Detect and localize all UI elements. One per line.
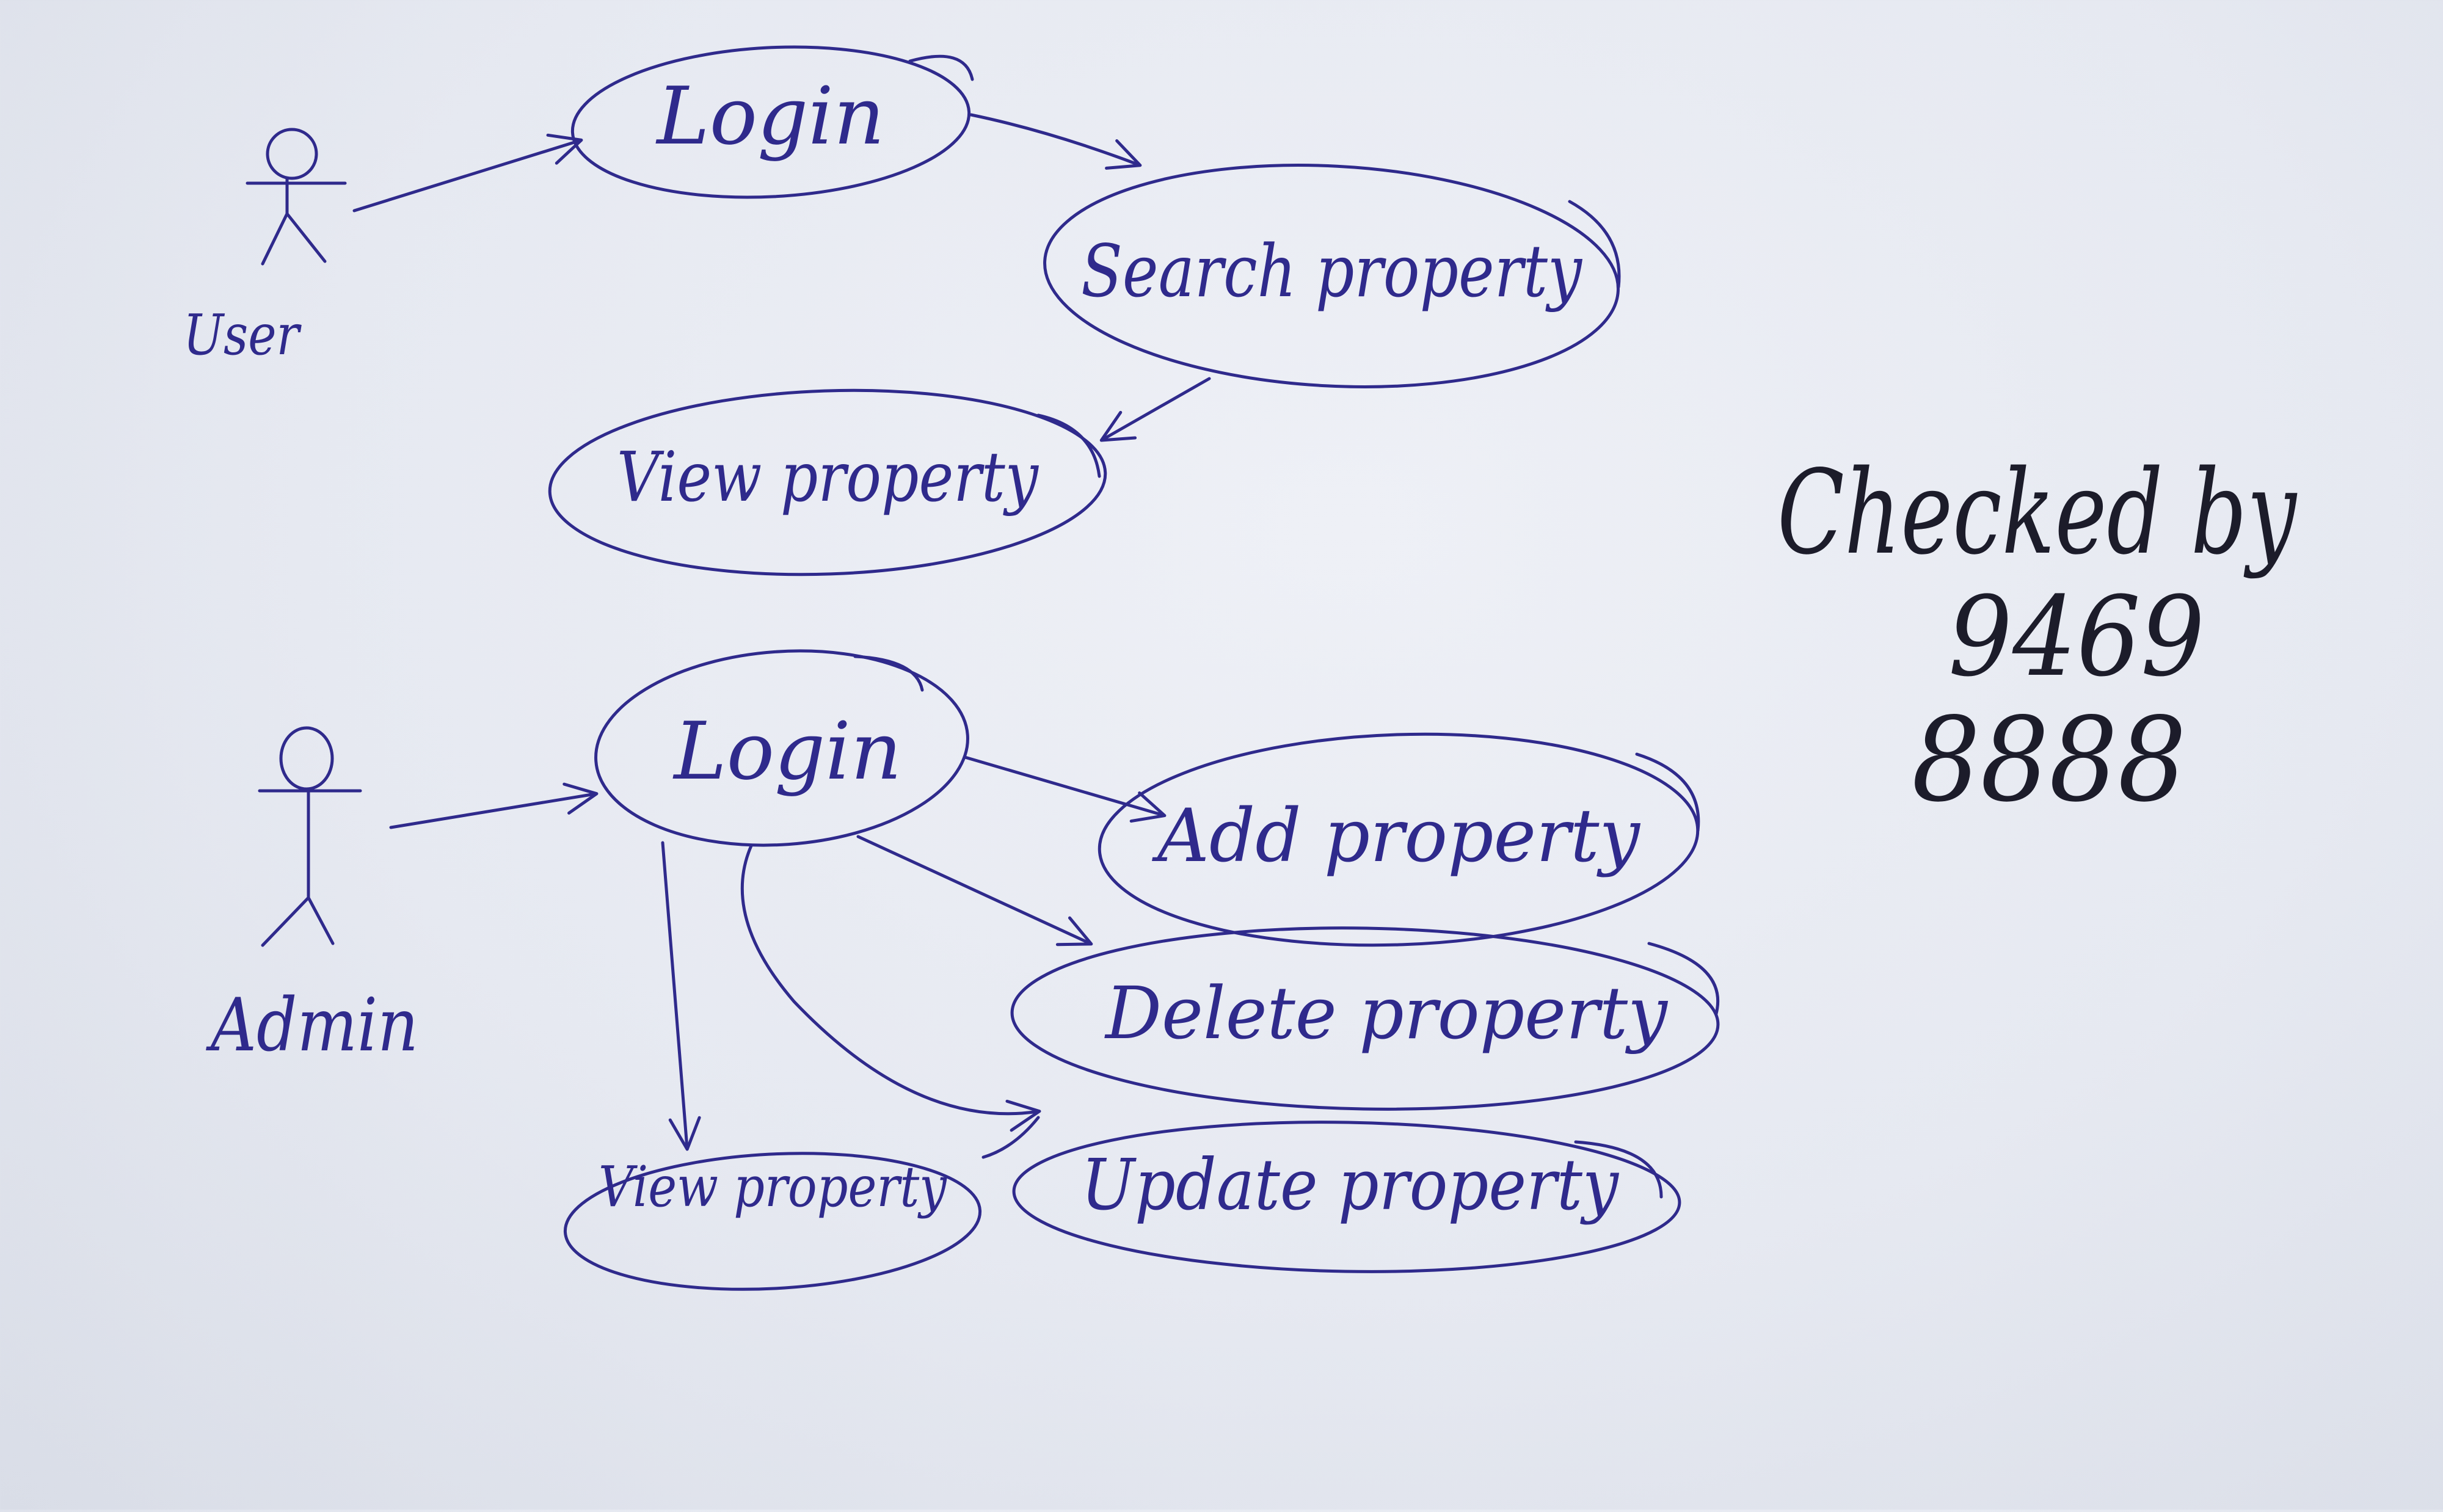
- use-case-admin-view-property: View property: [563, 1152, 982, 1291]
- arrow-login-to-search: [969, 113, 1142, 170]
- checked-by-note: Checked by 9469 8888: [1777, 445, 2298, 827]
- checked-by-line-3: 8888: [1912, 692, 2186, 827]
- admin-actor: Admin: [205, 726, 418, 1068]
- use-case-search-property-label: Search property: [1081, 229, 1582, 313]
- arrow-search-to-view: [1099, 377, 1211, 442]
- use-case-search-property: Search property: [1043, 164, 1621, 388]
- checked-by-line-2: 9469: [1948, 573, 2205, 701]
- user-actor: User: [183, 128, 347, 368]
- use-case-user-login-label: Login: [655, 70, 884, 162]
- use-case-add-property: Add property: [1098, 732, 1700, 947]
- arrow-login-to-delete: [856, 835, 1093, 947]
- user-actor-label: User: [183, 302, 302, 368]
- use-case-update-property: Update property: [1012, 1121, 1681, 1273]
- admin-connectors: [389, 755, 1167, 1159]
- checked-by-line-1: Checked by: [1777, 445, 2298, 580]
- arrow-update-to-view: [981, 1116, 1040, 1159]
- use-case-delete-property-label: Delete property: [1104, 971, 1668, 1055]
- arrow-login-to-add: [963, 755, 1167, 823]
- use-case-user-view-property: View property: [548, 388, 1107, 576]
- use-case-user-view-property-label: View property: [617, 438, 1039, 517]
- use-case-add-property-label: Add property: [1151, 794, 1641, 879]
- use-case-admin-login: Login: [594, 649, 969, 847]
- arrow-login-to-view: [661, 841, 701, 1151]
- diagram-canvas: User Login Search property View property: [183, 45, 2298, 1291]
- arrow-user-to-login: [352, 133, 583, 213]
- use-case-user-login: Login: [570, 45, 974, 199]
- arrow-login-to-update: [740, 844, 1041, 1132]
- admin-actor-label: Admin: [205, 983, 418, 1068]
- user-stick-figure-icon: [246, 128, 347, 266]
- admin-stick-figure-icon: [258, 726, 362, 947]
- use-case-update-property-label: Update property: [1081, 1144, 1620, 1226]
- arrow-admin-to-login: [389, 782, 599, 829]
- use-case-delete-property: Delete property: [1010, 926, 1720, 1111]
- use-case-diagram-sheet: User Login Search property View property: [0, 0, 2443, 1510]
- use-case-admin-view-property-label: View property: [599, 1154, 947, 1219]
- use-case-admin-login-label: Login: [672, 705, 901, 798]
